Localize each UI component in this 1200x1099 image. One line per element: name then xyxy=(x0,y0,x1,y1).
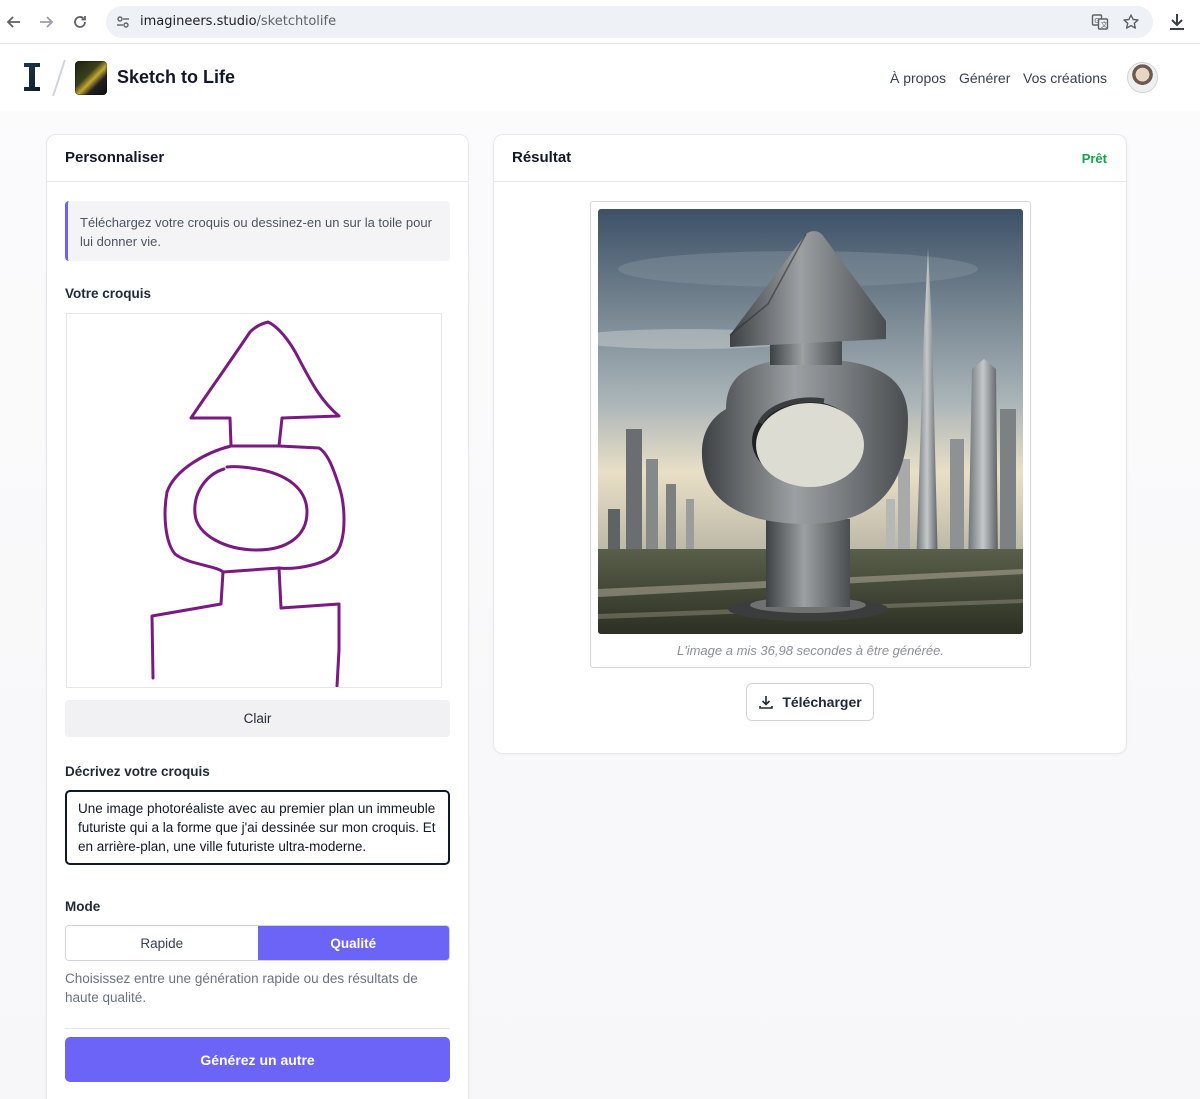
mode-label: Mode xyxy=(65,899,101,914)
back-arrow-icon[interactable] xyxy=(2,10,26,34)
generate-divider xyxy=(65,1028,450,1029)
customize-panel: Personnaliser Téléchargez votre croquis … xyxy=(46,134,469,1099)
panel-divider xyxy=(47,181,468,182)
app-header: Sketch to Life À propos Générer Vos créa… xyxy=(0,45,1200,111)
url-text: imagineers.studio/sketchtolife xyxy=(140,14,337,29)
result-title: Résultat xyxy=(512,149,572,166)
description-label: Décrivez votre croquis xyxy=(65,764,210,779)
bookmark-star-icon[interactable] xyxy=(1122,13,1140,31)
download-button-label: Télécharger xyxy=(782,694,862,710)
status-badge: Prêt xyxy=(1081,151,1107,166)
svg-text:文: 文 xyxy=(1101,20,1108,29)
panel-divider xyxy=(494,181,1126,182)
clear-button[interactable]: Clair xyxy=(65,700,450,737)
download-icon[interactable] xyxy=(1166,11,1188,33)
generated-image[interactable] xyxy=(598,209,1023,634)
avatar[interactable] xyxy=(1127,62,1158,93)
mode-help-text: Choisissez entre une génération rapide o… xyxy=(65,971,418,1005)
mode-toggle-group: Rapide Qualité xyxy=(65,925,450,961)
translate-icon[interactable]: G 文 xyxy=(1091,13,1109,31)
browser-toolbar: imagineers.studio/sketchtolife G 文 xyxy=(0,0,1200,44)
nav-link-creations[interactable]: Vos créations xyxy=(1023,70,1107,86)
sketch-label: Votre croquis xyxy=(65,286,152,301)
page: Sketch to Life À propos Générer Vos créa… xyxy=(0,45,1200,1099)
mode-option-fast[interactable]: Rapide xyxy=(66,926,258,960)
download-icon xyxy=(759,696,774,709)
download-button[interactable]: Télécharger xyxy=(746,683,874,721)
description-textarea[interactable]: Une image photoréaliste avec au premier … xyxy=(65,790,450,865)
customize-title: Personnaliser xyxy=(65,149,165,166)
sketch-drawing xyxy=(150,320,346,688)
sketch-canvas[interactable] xyxy=(66,313,442,688)
nav-link-generate[interactable]: Générer xyxy=(959,70,1010,86)
address-bar[interactable]: imagineers.studio/sketchtolife G 文 xyxy=(106,6,1153,38)
reload-icon[interactable] xyxy=(68,10,92,34)
site-settings-icon[interactable] xyxy=(115,14,131,30)
generation-time-caption: L'image a mis 36,98 secondes à être géné… xyxy=(677,643,944,658)
svg-text:G: G xyxy=(1094,17,1099,25)
mode-option-quality[interactable]: Qualité xyxy=(257,926,449,960)
info-callout: Téléchargez votre croquis ou dessinez-en… xyxy=(65,201,450,261)
result-image-frame: L'image a mis 36,98 secondes à être géné… xyxy=(590,201,1031,668)
nav-link-about[interactable]: À propos xyxy=(890,70,946,86)
app-title[interactable]: Sketch to Life xyxy=(117,67,235,88)
forward-arrow-icon[interactable] xyxy=(34,10,58,34)
result-panel: Résultat Prêt L'image a mis 36,98 second… xyxy=(493,134,1127,754)
app-thumbnail xyxy=(75,61,107,95)
imagineers-logo-icon[interactable] xyxy=(22,61,42,93)
header-divider xyxy=(52,59,66,97)
generate-another-button[interactable]: Générez un autre xyxy=(65,1037,450,1082)
